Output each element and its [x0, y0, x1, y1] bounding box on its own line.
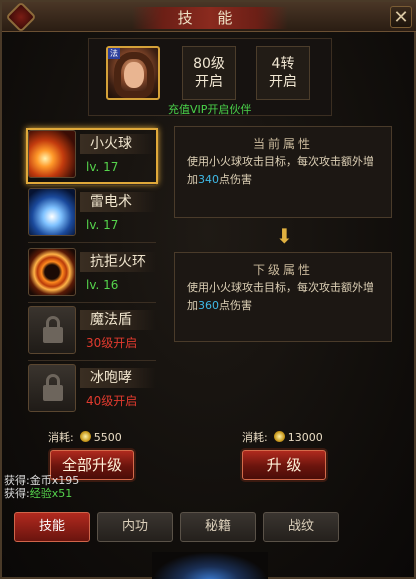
- attribute-value: 340: [198, 173, 219, 186]
- skill-item-magic-shield[interactable]: 魔法盾 30级开启: [28, 306, 156, 364]
- attribute-value: 360: [198, 299, 219, 312]
- skill-level: lv. 17: [86, 160, 119, 174]
- next-attribute-panel: 下级属性 使用小火球攻击目标，每次攻击额外增加360点伤害: [174, 252, 392, 342]
- divider: [28, 360, 156, 361]
- cost-label: 消耗:: [48, 431, 74, 444]
- portrait-face: [124, 62, 144, 88]
- gain-prefix: 获得:: [4, 487, 30, 500]
- gold-coin-icon: [273, 431, 285, 442]
- turn-requirement-box: 4转 开启: [256, 46, 310, 100]
- skill-name: 魔法盾: [80, 310, 156, 330]
- next-attribute-desc: 使用小火球攻击目标，每次攻击额外增加360点伤害: [187, 279, 383, 315]
- gold-coin-icon: [79, 431, 91, 442]
- lightning-icon: [28, 188, 76, 236]
- skill-name: 冰咆哮: [80, 368, 156, 388]
- class-badge: 法: [108, 48, 120, 59]
- upgrade-cost: 消耗: 13000: [242, 429, 323, 447]
- fireball-icon: [28, 130, 76, 178]
- tab-manual[interactable]: 秘籍: [180, 512, 256, 542]
- turn-req-line2: 开启: [269, 74, 297, 90]
- window-title: 技 能: [132, 7, 288, 29]
- gain-log-line: 获得:经验x51: [4, 487, 72, 501]
- lock-icon: [28, 306, 76, 354]
- bottom-ornament: [152, 552, 268, 579]
- desc-text: 点伤害: [219, 173, 252, 186]
- skill-name: 小火球: [80, 134, 156, 154]
- skill-item-fire-ring[interactable]: 抗拒火环 lv. 16: [28, 248, 156, 306]
- skill-window: 技 能 ✕ 法 80级 开启 4转 开启 充值VIP开启伙伴 小火球 lv. 1…: [0, 0, 416, 579]
- next-attribute-heading: 下级属性: [252, 263, 313, 277]
- tab-skills[interactable]: 技能: [14, 512, 90, 542]
- upgrade-all-cost: 消耗: 5500: [48, 429, 122, 447]
- corner-gem-icon: [5, 1, 37, 33]
- current-attribute-heading: 当前属性: [252, 137, 313, 151]
- skill-unlock-level: 40级开启: [86, 394, 138, 408]
- skill-level: lv. 16: [86, 278, 119, 292]
- gain-value: 金币x195: [29, 474, 80, 487]
- skill-item-fireball[interactable]: 小火球 lv. 17: [26, 128, 158, 188]
- turn-req-line1: 4转: [271, 56, 295, 72]
- partner-portrait[interactable]: 法: [106, 46, 160, 100]
- cost-label: 消耗:: [242, 431, 268, 444]
- cost-amount: 13000: [287, 431, 323, 444]
- arrow-down-icon: ⬇: [276, 224, 293, 248]
- upgrade-button[interactable]: 升 级: [242, 450, 326, 480]
- lock-body: [43, 327, 63, 343]
- divider: [28, 302, 156, 303]
- desc-text: 点伤害: [219, 299, 252, 312]
- tab-inner-power[interactable]: 内功: [97, 512, 173, 542]
- skill-name: 抗拒火环: [80, 252, 156, 272]
- level-req-line2: 开启: [195, 74, 223, 90]
- cost-amount: 5500: [93, 431, 122, 444]
- divider: [28, 184, 156, 185]
- lock-body: [43, 385, 63, 401]
- lock-icon: [28, 364, 76, 412]
- skill-level: lv. 17: [86, 218, 119, 232]
- vip-partner-link[interactable]: 充值VIP开启伙伴: [168, 101, 251, 117]
- skill-unlock-level: 30级开启: [86, 336, 138, 350]
- gain-prefix: 获得:: [4, 474, 30, 487]
- close-button[interactable]: ✕: [390, 6, 412, 28]
- tab-battle-pattern[interactable]: 战纹: [263, 512, 339, 542]
- gain-log-line: 获得:金币x195: [4, 474, 79, 488]
- skill-item-lightning[interactable]: 雷电术 lv. 17: [28, 188, 156, 246]
- level-req-line1: 80级: [193, 56, 225, 72]
- fire-ring-icon: [28, 248, 76, 296]
- divider: [28, 242, 156, 243]
- current-attribute-desc: 使用小火球攻击目标，每次攻击额外增加340点伤害: [187, 153, 383, 189]
- skill-item-ice-roar[interactable]: 冰咆哮 40级开启: [28, 364, 156, 422]
- level-requirement-box: 80级 开启: [182, 46, 236, 100]
- current-attribute-panel: 当前属性 使用小火球攻击目标，每次攻击额外增加340点伤害: [174, 126, 392, 218]
- gain-value: 经验x51: [29, 487, 73, 500]
- skill-name: 雷电术: [80, 192, 156, 212]
- title-bar: 技 能 ✕: [2, 1, 416, 33]
